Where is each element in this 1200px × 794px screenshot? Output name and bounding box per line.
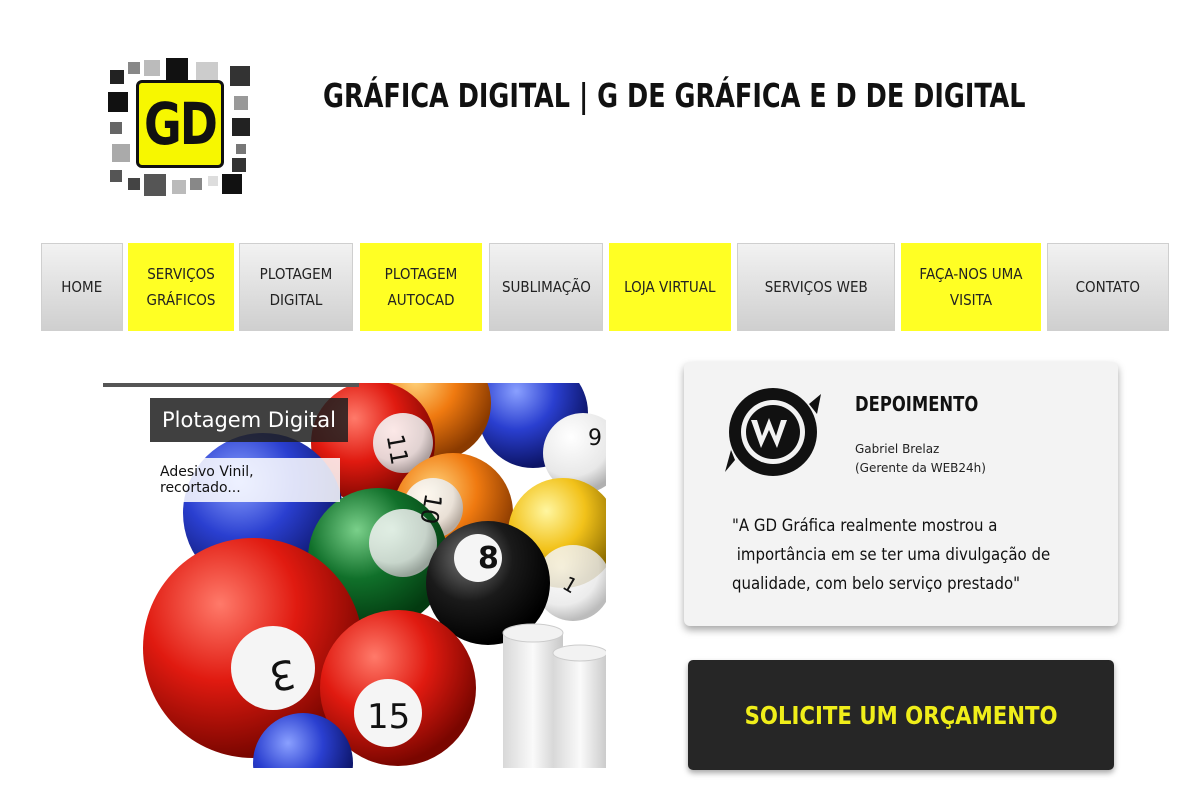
request-quote-label: SOLICITE UM ORÇAMENTO (744, 700, 1058, 730)
site-logo[interactable]: GD (104, 52, 260, 202)
main-nav: HOME SERVIÇOS GRÁFICOS PLOTAGEM DIGITAL … (41, 243, 1169, 331)
ball-number: 9 (588, 426, 602, 451)
nav-item-contato[interactable]: CONTATO (1047, 243, 1169, 331)
nav-item-label: SERVIÇOS GRÁFICOS (146, 265, 216, 309)
testimonial-quote-line: qualidade, com belo serviço prestado" (732, 574, 1020, 594)
nav-item-home[interactable]: HOME (41, 243, 123, 331)
testimonial-card: DEPOIMENTO Gabriel Brelaz (Gerente da WE… (684, 362, 1118, 626)
site-title: GRÁFICA DIGITAL | G DE GRÁFICA E D DE DI… (323, 76, 1026, 115)
web24h-logo-icon (725, 388, 821, 476)
nav-item-label: CONTATO (1075, 278, 1141, 296)
nav-item-label: SUBLIMAÇÃO (501, 278, 591, 296)
logo-text: GD (144, 90, 218, 158)
nav-item-sublimacao[interactable]: SUBLIMAÇÃO (489, 243, 603, 331)
ball-number: 8 (478, 541, 499, 576)
ball-number: 10 (414, 491, 447, 526)
nav-item-plotagem-digital[interactable]: PLOTAGEM DIGITAL (239, 243, 353, 331)
testimonial-quote-line: importância em se ter uma divulgação de (732, 545, 1051, 565)
nav-item-label: SERVIÇOS WEB (764, 278, 868, 296)
request-quote-button[interactable]: SOLICITE UM ORÇAMENTO (688, 660, 1114, 770)
ball-number: 11 (381, 432, 414, 467)
nav-item-label: LOJA VIRTUAL (624, 278, 716, 296)
nav-item-servicos-web[interactable]: SERVIÇOS WEB (737, 243, 895, 331)
nav-item-servicos-graficos[interactable]: SERVIÇOS GRÁFICOS (128, 243, 234, 331)
nav-item-loja-virtual[interactable]: LOJA VIRTUAL (609, 243, 731, 331)
nav-item-label: HOME (61, 278, 103, 296)
testimonial-author-name: Gabriel Brelaz (855, 442, 940, 456)
nav-item-label: PLOTAGEM AUTOCAD (384, 265, 458, 309)
slide-title: Plotagem Digital (150, 398, 348, 442)
nav-item-label: FAÇA-NOS UMA VISITA (919, 265, 1023, 309)
testimonial-heading: DEPOIMENTO (855, 392, 979, 416)
testimonial-quote: "A GD Gráfica realmente mostrou a import… (732, 512, 1093, 599)
ball-number: 15 (367, 697, 410, 737)
logo-badge: GD (136, 80, 224, 168)
testimonial-author-role: (Gerente da WEB24h) (855, 461, 986, 475)
nav-item-label: PLOTAGEM DIGITAL (259, 265, 333, 309)
nav-item-plotagem-autocad[interactable]: PLOTAGEM AUTOCAD (360, 243, 482, 331)
slide-caption: Adesivo Vinil, recortado... (150, 458, 340, 502)
slider-progress-bar (103, 383, 359, 387)
nav-item-faca-nos-uma-visita[interactable]: FAÇA-NOS UMA VISITA (901, 243, 1041, 331)
testimonial-quote-line: "A GD Gráfica realmente mostrou a (732, 516, 998, 536)
